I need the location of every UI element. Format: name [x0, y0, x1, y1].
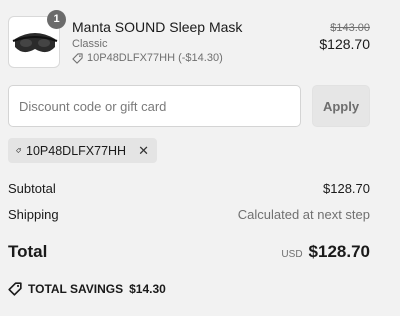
discount-code-input[interactable] — [8, 85, 301, 127]
total-row: Total USD $128.70 — [8, 242, 370, 262]
total-savings-amount: $14.30 — [129, 282, 166, 296]
applied-discount-code: 10P48DLFX77HH — [26, 143, 127, 158]
total-price-group: USD $128.70 — [281, 242, 370, 262]
subtotal-row: Subtotal $128.70 — [8, 181, 370, 196]
sleep-mask-image — [12, 33, 58, 53]
quantity-badge: 1 — [47, 10, 66, 29]
tag-icon — [8, 282, 22, 296]
apply-button[interactable]: Apply — [312, 85, 370, 127]
currency-code: USD — [281, 249, 303, 260]
product-name: Manta SOUND Sleep Mask — [72, 19, 243, 35]
order-summary: 1 Manta SOUND Sleep Mask Classic 10P48DL… — [0, 0, 400, 316]
total-label: Total — [8, 242, 48, 261]
product-discount-line: 10P48DLFX77HH (-$14.30) — [72, 52, 223, 64]
total-savings-label: TOTAL SAVINGS — [28, 282, 124, 296]
close-icon[interactable]: ✕ — [138, 143, 149, 159]
total-savings: TOTAL SAVINGS $14.30 — [8, 282, 166, 296]
subtotal-value: $128.70 — [323, 181, 370, 196]
original-price: $143.00 — [330, 22, 370, 34]
subtotal-label: Subtotal — [8, 181, 56, 196]
shipping-value: Calculated at next step — [237, 207, 370, 222]
product-variant: Classic — [72, 38, 108, 50]
tag-icon — [72, 52, 83, 64]
shipping-label: Shipping — [8, 207, 59, 222]
applied-discount-chip: 10P48DLFX77HH ✕ — [8, 138, 157, 163]
tag-icon — [16, 148, 21, 153]
shipping-row: Shipping Calculated at next step — [8, 207, 370, 222]
total-amount: $128.70 — [308, 242, 370, 261]
product-price: $128.70 — [319, 36, 370, 52]
product-discount-text: 10P48DLFX77HH (-$14.30) — [87, 52, 223, 64]
